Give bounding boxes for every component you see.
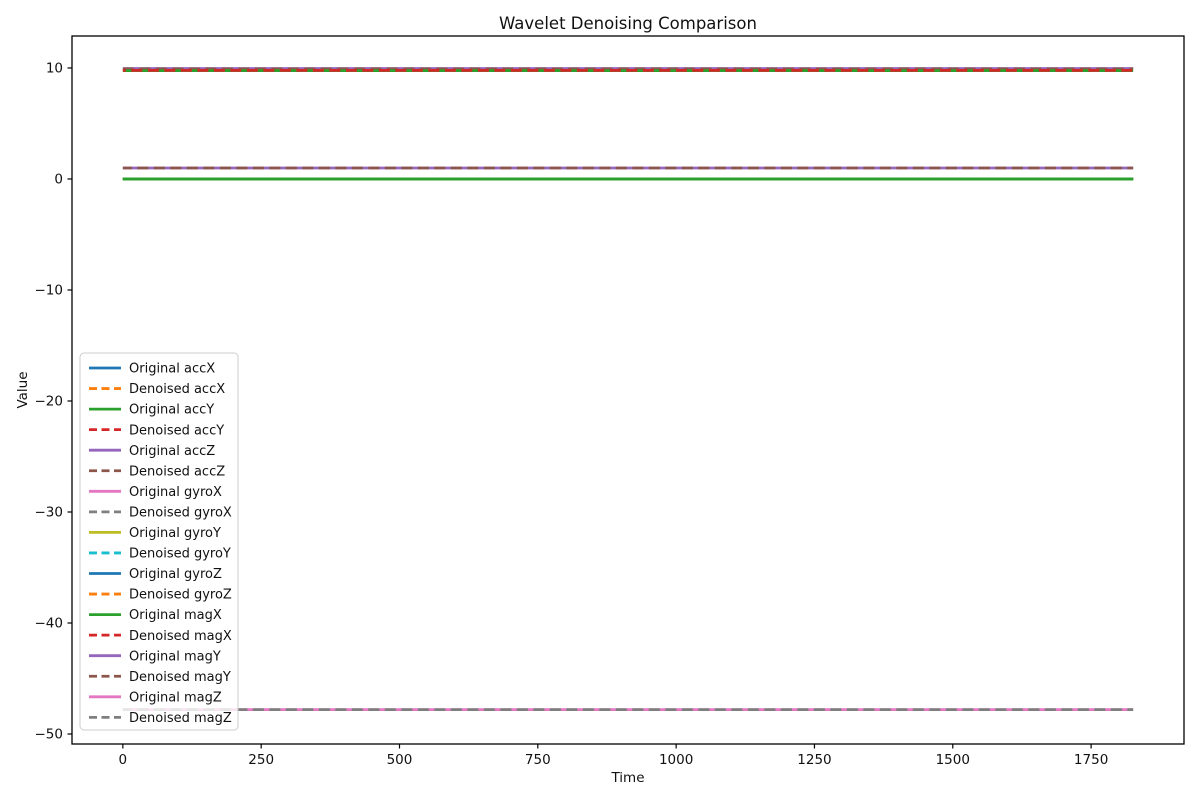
- x-tick-label: 1000: [659, 752, 693, 768]
- legend-label: Denoised magZ: [129, 711, 232, 726]
- legend-label: Original gyroX: [129, 485, 222, 500]
- legend-label: Original magY: [129, 649, 221, 664]
- legend-label: Denoised accY: [129, 423, 224, 438]
- figure-canvas: 0 250 500 750 1000 1250 1500 1750 10 0 −10 −20 −30 −…: [0, 0, 1200, 800]
- legend-label: Original gyroY: [129, 526, 221, 541]
- y-tick-label: 10: [46, 61, 63, 77]
- legend-label: Original accY: [129, 403, 214, 418]
- wavelet-denoising-chart: 0 250 500 750 1000 1250 1500 1750 10 0 −10 −20 −30 −…: [0, 0, 1200, 800]
- y-tick-label: −50: [35, 727, 64, 743]
- legend-label: Original magZ: [129, 690, 222, 705]
- y-axis-label: Value: [15, 371, 31, 408]
- legend-label: Original magX: [129, 608, 222, 623]
- x-tick-label: 1750: [1074, 752, 1108, 768]
- plot-area: [72, 36, 1184, 744]
- legend-label: Denoised magX: [129, 629, 232, 644]
- x-tick-label: 250: [248, 752, 274, 768]
- legend-label: Denoised gyroY: [129, 547, 231, 562]
- y-axis: 10 0 −10 −20 −30 −40 −50: [35, 61, 73, 743]
- x-axis: 0 250 500 750 1000 1250 1500 1750: [119, 744, 1109, 768]
- legend-label: Original accZ: [129, 444, 215, 459]
- y-tick-label: −40: [35, 616, 64, 632]
- y-tick-label: −30: [35, 505, 64, 521]
- legend: Original accX Denoised accX Original accY D…: [80, 353, 238, 730]
- chart-title: Wavelet Denoising Comparison: [499, 14, 757, 33]
- y-tick-label: −20: [35, 394, 64, 410]
- legend-label: Original gyroZ: [129, 567, 222, 582]
- y-tick-label: −10: [35, 283, 64, 299]
- x-tick-label: 0: [119, 752, 128, 768]
- x-axis-label: Time: [610, 770, 644, 786]
- legend-label: Denoised accX: [129, 382, 225, 397]
- x-tick-label: 1250: [797, 752, 831, 768]
- x-tick-label: 750: [525, 752, 551, 768]
- legend-label: Denoised accZ: [129, 464, 225, 479]
- x-tick-label: 500: [387, 752, 413, 768]
- y-tick-label: 0: [54, 172, 63, 188]
- x-tick-label: 1500: [936, 752, 970, 768]
- legend-label: Denoised magY: [129, 670, 231, 685]
- legend-label: Denoised gyroX: [129, 505, 232, 520]
- legend-label: Denoised gyroZ: [129, 588, 232, 603]
- legend-label: Original accX: [129, 362, 215, 377]
